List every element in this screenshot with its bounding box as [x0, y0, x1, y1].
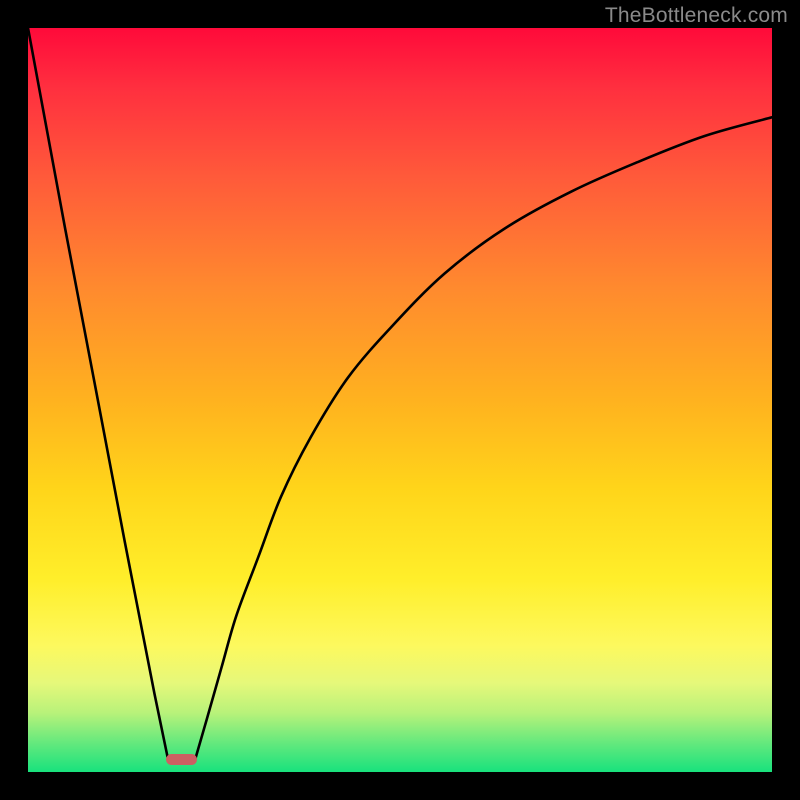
watermark-text: TheBottleneck.com	[605, 4, 788, 28]
plot-area	[28, 28, 772, 772]
bottleneck-curve	[28, 28, 772, 772]
optimal-marker	[166, 754, 197, 765]
chart-frame: TheBottleneck.com	[0, 0, 800, 800]
